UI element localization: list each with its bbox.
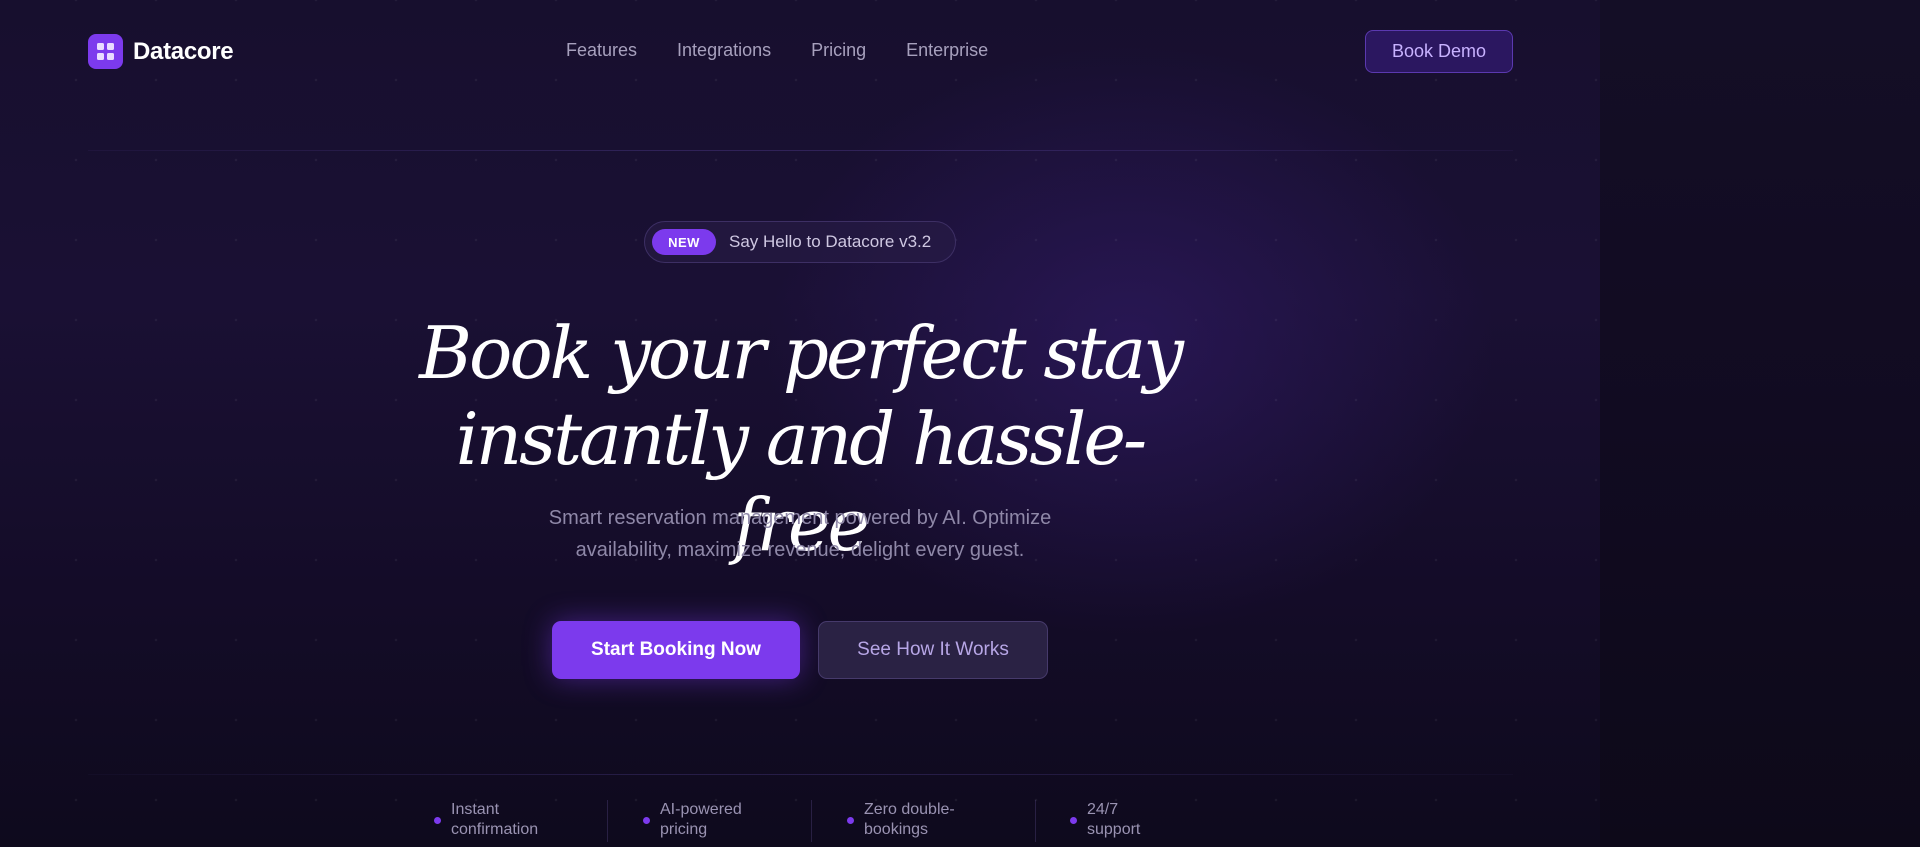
feature-label: support	[1087, 821, 1141, 838]
brand-logo[interactable]: Datacore	[88, 34, 234, 69]
nav-item-pricing[interactable]: Pricing	[811, 40, 866, 61]
feature-label: bookings	[864, 821, 929, 838]
feature-label: Instant	[451, 801, 500, 818]
hero-subtitle: Smart reservation management powered by …	[500, 502, 1100, 566]
announcement-text: Say Hello to Datacore v3.2	[729, 232, 932, 251]
feature-item-bookings: Zero double- bookings	[847, 800, 955, 840]
headline-line-1: Book your perfect stay	[419, 311, 1184, 395]
hero-stage: Datacore Features Integrations Pricing E…	[0, 0, 1600, 847]
feature-separator	[1035, 800, 1036, 842]
bullet-dot-icon	[643, 817, 650, 824]
nav-item-features[interactable]: Features	[566, 40, 637, 61]
announcement-pill[interactable]: NEW Say Hello to Datacore v3.2	[644, 221, 956, 263]
new-badge: NEW	[652, 229, 716, 255]
feature-label: Zero double-	[864, 801, 955, 818]
feature-separator	[811, 800, 812, 842]
feature-label: AI-powered	[660, 801, 742, 818]
brand-name: Datacore	[133, 37, 234, 65]
subtitle-line-1: Smart reservation management powered by …	[548, 507, 1052, 529]
book-demo-button[interactable]: Book Demo	[1365, 30, 1513, 73]
bullet-dot-icon	[434, 817, 441, 824]
feature-item-pricing: AI-powered pricing	[643, 800, 742, 840]
nav-item-integrations[interactable]: Integrations	[677, 40, 771, 61]
subtitle-line-2: availability, maximize revenue, delight …	[575, 539, 1025, 561]
bullet-dot-icon	[1070, 817, 1077, 824]
start-booking-button[interactable]: Start Booking Now	[552, 621, 800, 679]
feature-label: confirmation	[451, 821, 539, 838]
features-divider	[88, 774, 1513, 775]
feature-item-support: 24/7 support	[1070, 800, 1140, 840]
grid-logo-icon	[88, 34, 123, 69]
empty-side-panel	[1600, 0, 1920, 847]
header-divider	[88, 150, 1513, 151]
feature-label: 24/7	[1087, 801, 1119, 818]
main-nav: Features Integrations Pricing Enterprise	[566, 40, 1028, 61]
see-how-it-works-button[interactable]: See How It Works	[818, 621, 1048, 679]
nav-item-enterprise[interactable]: Enterprise	[906, 40, 988, 61]
feature-separator	[607, 800, 608, 842]
feature-item-confirmation: Instant confirmation	[434, 800, 538, 840]
bullet-dot-icon	[847, 817, 854, 824]
feature-label: pricing	[660, 821, 708, 838]
